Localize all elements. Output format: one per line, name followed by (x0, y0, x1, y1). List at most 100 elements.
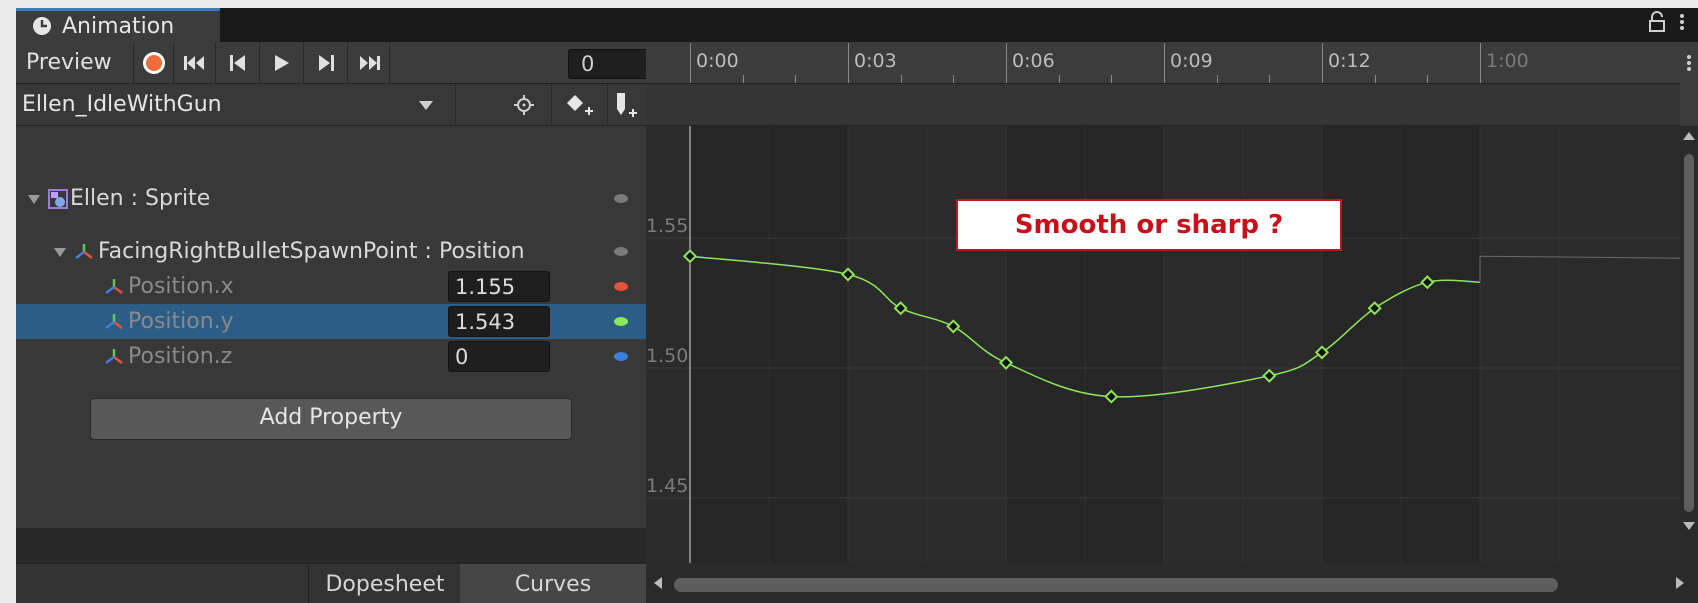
scroll-left-arrow-icon[interactable] (654, 577, 662, 589)
curve-editor[interactable]: 1.55 1.50 1.45 Smooth or sharp ? (646, 126, 1680, 563)
ruler-minor-tick (795, 75, 797, 83)
ruler-minor-tick (1374, 75, 1376, 83)
curve-toggle-dot[interactable] (614, 194, 628, 203)
curve-color-dot[interactable] (614, 352, 628, 361)
property-row-position-y[interactable]: Position.y 1.543 (16, 304, 646, 339)
property-row-spawnpoint[interactable]: FacingRightBulletSpawnPoint : Position (16, 234, 646, 269)
add-property-button[interactable]: Add Property (90, 398, 572, 440)
curve-color-dot[interactable] (614, 282, 628, 291)
transform-axes-icon (105, 349, 123, 364)
value-axis-label: 1.55 (646, 215, 688, 237)
view-mode-tabs: Dopesheet Curves (16, 563, 646, 603)
ruler-time-label: 0:06 (1012, 50, 1055, 72)
ruler-time-label: 0:00 (696, 50, 739, 72)
ruler-time-label: 0:12 (1328, 50, 1371, 72)
frame-field[interactable]: 0 (568, 49, 648, 79)
record-icon (143, 52, 165, 74)
next-frame-icon (318, 55, 334, 71)
ruler-major-tick (1164, 43, 1165, 83)
curve-graph[interactable]: 1.55 1.50 1.45 (646, 126, 1680, 563)
ruler-major-tick (690, 43, 691, 83)
crosshair-icon (513, 95, 534, 115)
clip-name: Ellen_IdleWithGun (22, 92, 222, 117)
property-hierarchy: Ellen : Sprite FacingRightBulletSpawnPoi… (16, 126, 646, 528)
title-bar: Animation (16, 8, 1698, 42)
skip-to-end-icon (359, 56, 380, 70)
animation-window: Animation Preview 0 Ellen_IdleWithGun El… (16, 8, 1698, 603)
curve-color-dot[interactable] (614, 317, 628, 326)
ruler-time-label: 0:03 (854, 50, 897, 72)
sprite-renderer-icon (48, 189, 68, 209)
add-event-button[interactable] (608, 84, 646, 126)
tab-title: Animation (62, 14, 175, 39)
lock-icon[interactable] (1648, 11, 1666, 39)
play-icon (274, 55, 289, 71)
property-row-position-x[interactable]: Position.x 1.155 (16, 269, 646, 304)
add-keyframe-icon (566, 95, 593, 115)
property-row-ellen-sprite[interactable]: Ellen : Sprite (16, 181, 646, 216)
first-keyframe-button[interactable] (174, 42, 216, 84)
property-label: Position.z (128, 344, 233, 369)
ruler-time-label: 1:00 (1486, 50, 1529, 72)
vertical-scroll-thumb[interactable] (1684, 154, 1694, 512)
graph-menu[interactable] (1680, 42, 1698, 126)
tab-dopesheet[interactable]: Dopesheet (308, 564, 461, 603)
value-axis-label: 1.45 (646, 475, 688, 497)
chevron-down-icon (419, 101, 433, 110)
ruler-minor-tick (1111, 75, 1113, 83)
ruler-minor-tick (1269, 75, 1271, 83)
clock-icon (33, 17, 51, 35)
expand-triangle-icon[interactable] (54, 248, 66, 257)
window-menu-icon[interactable] (1678, 11, 1686, 39)
transform-axes-icon (105, 279, 123, 294)
tab-curves[interactable]: Curves (460, 564, 646, 603)
ruler-major-tick (1480, 43, 1481, 83)
ruler-major-tick (1006, 43, 1007, 83)
skip-to-start-icon (183, 56, 204, 70)
play-button[interactable] (260, 42, 304, 84)
horizontal-scrollbar[interactable] (646, 563, 1698, 603)
property-label: FacingRightBulletSpawnPoint : Position (98, 239, 525, 264)
ruler-time-label: 0:09 (1170, 50, 1213, 72)
position-y-value-field[interactable]: 1.543 (448, 306, 550, 337)
record-button[interactable] (134, 42, 174, 84)
property-row-position-z[interactable]: Position.z 0 (16, 339, 646, 374)
ruler-minor-tick (900, 75, 902, 83)
annotation-callout: Smooth or sharp ? (956, 199, 1342, 251)
curve-toggle-dot[interactable] (614, 247, 628, 256)
add-event-icon (617, 93, 637, 117)
ruler-minor-tick (742, 75, 744, 83)
previous-frame-icon (229, 55, 245, 71)
ruler-major-tick (1322, 43, 1323, 83)
clip-selector[interactable]: Ellen_IdleWithGun (16, 84, 456, 126)
scroll-down-arrow-icon[interactable] (1683, 522, 1695, 530)
ruler-minor-tick (953, 75, 955, 83)
previous-keyframe-button[interactable] (216, 42, 260, 84)
next-keyframe-button[interactable] (304, 42, 348, 84)
value-axis-label: 1.50 (646, 345, 688, 367)
filter-by-selection-button[interactable] (496, 84, 552, 126)
transform-axes-icon (75, 244, 93, 259)
playback-toolbar: Preview 0 (16, 42, 648, 84)
event-bar[interactable] (646, 84, 1680, 126)
ruler-minor-tick (1058, 75, 1060, 83)
expand-triangle-icon[interactable] (28, 195, 40, 204)
animation-tab[interactable]: Animation (16, 8, 220, 42)
more-options-icon (1687, 55, 1691, 71)
position-z-value-field[interactable]: 0 (448, 341, 550, 372)
horizontal-scroll-thumb[interactable] (674, 578, 1558, 592)
property-label: Position.x (128, 274, 234, 299)
scroll-right-arrow-icon[interactable] (1676, 577, 1684, 589)
preview-button[interactable]: Preview (16, 42, 134, 84)
vertical-scrollbar[interactable] (1680, 126, 1698, 563)
position-x-value-field[interactable]: 1.155 (448, 271, 550, 302)
clip-bar: Ellen_IdleWithGun (16, 84, 646, 126)
last-keyframe-button[interactable] (348, 42, 390, 84)
ruler-minor-tick (1216, 75, 1218, 83)
time-ruler[interactable]: 0:00 0:03 0:06 0:09 0:12 1:00 (646, 42, 1680, 84)
scroll-up-arrow-icon[interactable] (1683, 132, 1695, 140)
add-keyframe-button[interactable] (552, 84, 608, 126)
ruler-minor-tick (1427, 75, 1429, 83)
transform-axes-icon (105, 314, 123, 329)
property-label: Position.y (128, 309, 234, 334)
